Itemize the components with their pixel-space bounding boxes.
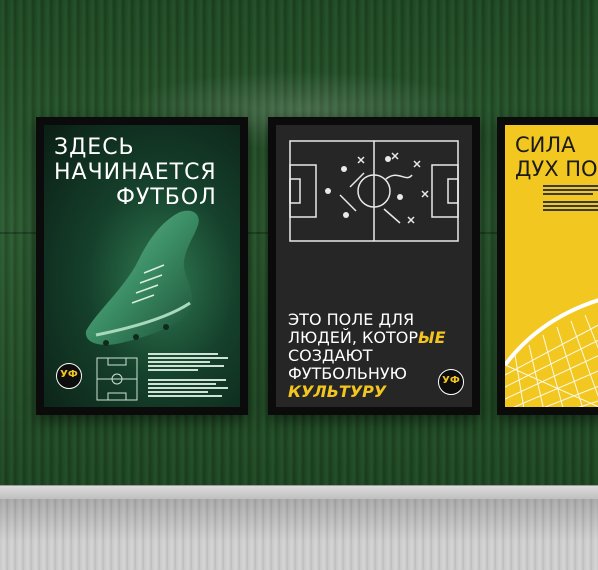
poster-frame-3: Сила дух по — [497, 117, 598, 415]
poster-1-logo-text: УФ — [60, 369, 78, 380]
poster-1: Здесь начинается футбол УФ — [44, 125, 240, 407]
poster-3-body-text-blocks — [543, 185, 598, 211]
poster-2-logo-text: УФ — [442, 375, 460, 386]
goal-net — [505, 298, 598, 407]
poster-2-line-2: людей, которые — [288, 329, 463, 347]
poster-3: Сила дух по — [505, 125, 598, 407]
poster-2-line-1: Это поле для — [288, 310, 415, 329]
poster-frame-2: Это поле для людей, которые создают футб… — [268, 117, 480, 415]
poster-3-title-line-1: Сила — [515, 133, 576, 157]
football-boot-icon — [85, 210, 199, 346]
poster-1-logo: УФ — [56, 363, 82, 389]
poster-2-line-3: создают — [288, 346, 373, 365]
floor-shadow — [0, 499, 598, 570]
tactics-board — [289, 140, 459, 242]
poster-1-title-line-1: Здесь — [54, 135, 135, 160]
poster-2-headline: Это поле для людей, которые создают футб… — [288, 311, 463, 401]
floor-edge — [0, 485, 598, 500]
poster-1-title: Здесь начинается футбол — [54, 135, 234, 210]
poster-2-logo: УФ — [438, 369, 464, 395]
pitch-diagram-icon — [96, 357, 138, 401]
poster-3-title: Сила дух по — [515, 133, 598, 181]
poster-2-line-4: футбольную — [288, 364, 407, 383]
poster-2-line-2-yellow: ые — [418, 328, 446, 347]
poster-1-title-line-2: начинается — [54, 160, 217, 185]
poster-1-body-text-blocks — [148, 353, 228, 397]
poster-3-title-line-2: дух по — [515, 157, 598, 181]
poster-2-line-5: культуру — [288, 382, 387, 401]
poster-2: Это поле для людей, которые создают футб… — [276, 125, 472, 407]
poster-frame-1: Здесь начинается футбол УФ — [36, 117, 248, 415]
poster-2-line-2-white: людей, котор — [288, 328, 419, 347]
